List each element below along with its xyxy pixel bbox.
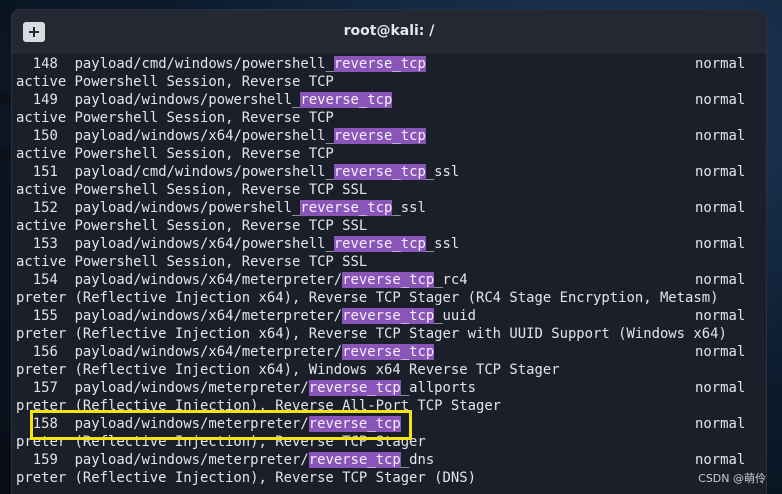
search-match-highlight: reverse_tcp xyxy=(308,380,401,396)
payload-line: 149 payload/windows/powershell_reverse_t… xyxy=(16,91,393,109)
payload-description: preter (Reflective Injection x64), Rever… xyxy=(16,290,719,306)
payload-description: active Powershell Session, Reverse TCP xyxy=(16,110,334,126)
rank-status: normal xyxy=(695,344,746,360)
payload-suffix: _dns xyxy=(400,452,435,468)
search-match-highlight: reverse_tcp xyxy=(342,344,435,360)
payload-suffix: _uuid xyxy=(434,308,477,324)
rank-status: normal xyxy=(695,452,746,468)
search-match-highlight: reverse_tcp xyxy=(333,56,426,72)
payload-index: 152 xyxy=(32,200,58,216)
payload-path: payload/windows/meterpreter/ xyxy=(74,452,309,468)
payload-description: active Powershell Session, Reverse TCP S… xyxy=(16,254,368,270)
payload-description: active Powershell Session, Reverse TCP xyxy=(16,74,334,90)
payload-line: 154 payload/windows/x64/meterpreter/reve… xyxy=(16,271,468,289)
payload-index: 149 xyxy=(32,92,58,108)
rank-status: normal xyxy=(695,164,746,180)
payload-suffix: _ssl xyxy=(392,200,426,216)
search-match-highlight: reverse_tcp xyxy=(342,308,435,324)
search-match-highlight: reverse_tcp xyxy=(333,164,426,180)
payload-index: 153 xyxy=(32,236,58,252)
window-title: root@kali: / xyxy=(343,23,435,39)
payload-path: payload/windows/x64/powershell_ xyxy=(74,128,334,144)
payload-path: payload/windows/x64/powershell_ xyxy=(74,236,334,252)
watermark: CSDN @萌伶 xyxy=(698,472,766,485)
payload-line: 157 payload/windows/meterpreter/reverse_… xyxy=(16,379,476,397)
rank-status: normal xyxy=(695,128,746,144)
payload-description: active Powershell Session, Reverse TCP xyxy=(16,146,334,162)
search-match-highlight: reverse_tcp xyxy=(333,128,426,144)
payload-index: 156 xyxy=(32,344,58,360)
title-bar: root@kali: / xyxy=(12,10,766,55)
payload-path: payload/windows/meterpreter/ xyxy=(74,380,309,396)
payload-index: 148 xyxy=(32,56,58,72)
payload-line: 152 payload/windows/powershell_reverse_t… xyxy=(16,199,426,217)
payload-description: active Powershell Session, Reverse TCP S… xyxy=(16,218,368,234)
payload-line: 148 payload/cmd/windows/powershell_rever… xyxy=(16,55,426,73)
payload-index: 154 xyxy=(32,272,58,288)
payload-line: 156 payload/windows/x64/meterpreter/reve… xyxy=(16,343,435,361)
rank-status: normal xyxy=(695,236,746,252)
rank-status: normal xyxy=(695,416,746,432)
payload-path: payload/windows/x64/meterpreter/ xyxy=(74,272,343,288)
terminal-window: root@kali: / 148 payload/cmd/windows/pow… xyxy=(12,10,766,494)
rank-status: normal xyxy=(695,308,746,324)
payload-description: active Powershell Session, Reverse TCP S… xyxy=(16,182,368,198)
payload-description: preter (Reflective Injection x64), Rever… xyxy=(16,326,727,342)
rank-status: normal xyxy=(695,56,746,72)
payload-path: payload/windows/powershell_ xyxy=(74,92,301,108)
payload-index: 155 xyxy=(32,308,58,324)
payload-suffix: _allports xyxy=(400,380,477,396)
payload-line: 151 payload/cmd/windows/powershell_rever… xyxy=(16,163,459,181)
search-match-highlight: reverse_tcp xyxy=(333,236,426,252)
selection-highlight-box xyxy=(30,410,412,440)
rank-status: normal xyxy=(695,92,746,108)
rank-status: normal xyxy=(695,272,746,288)
payload-index: 151 xyxy=(32,164,58,180)
payload-path: payload/windows/x64/meterpreter/ xyxy=(74,344,343,360)
rank-status: normal xyxy=(695,380,746,396)
payload-path: payload/cmd/windows/powershell_ xyxy=(74,56,334,72)
payload-index: 150 xyxy=(32,128,58,144)
payload-line: 150 payload/windows/x64/powershell_rever… xyxy=(16,127,426,145)
payload-path: payload/cmd/windows/powershell_ xyxy=(74,164,334,180)
payload-description: preter (Reflective Injection x64), Windo… xyxy=(16,362,560,378)
search-match-highlight: reverse_tcp xyxy=(300,200,393,216)
payload-suffix: _ssl xyxy=(425,236,460,252)
payload-index: 159 xyxy=(32,452,58,468)
search-match-highlight: reverse_tcp xyxy=(308,452,401,468)
payload-suffix: _ssl xyxy=(425,164,460,180)
payload-suffix: _rc4 xyxy=(434,272,468,288)
rank-status: normal xyxy=(695,200,746,216)
payload-path: payload/windows/x64/meterpreter/ xyxy=(74,308,343,324)
search-match-highlight: reverse_tcp xyxy=(342,272,435,288)
payload-line: 155 payload/windows/x64/meterpreter/reve… xyxy=(16,307,476,325)
payload-index: 157 xyxy=(32,380,58,396)
search-match-highlight: reverse_tcp xyxy=(300,92,393,108)
payload-path: payload/windows/powershell_ xyxy=(74,200,301,216)
payload-line: 159 payload/windows/meterpreter/reverse_… xyxy=(16,451,434,469)
payload-description: preter (Reflective Injection), Reverse T… xyxy=(16,470,476,486)
payload-line: 153 payload/windows/x64/powershell_rever… xyxy=(16,235,459,253)
